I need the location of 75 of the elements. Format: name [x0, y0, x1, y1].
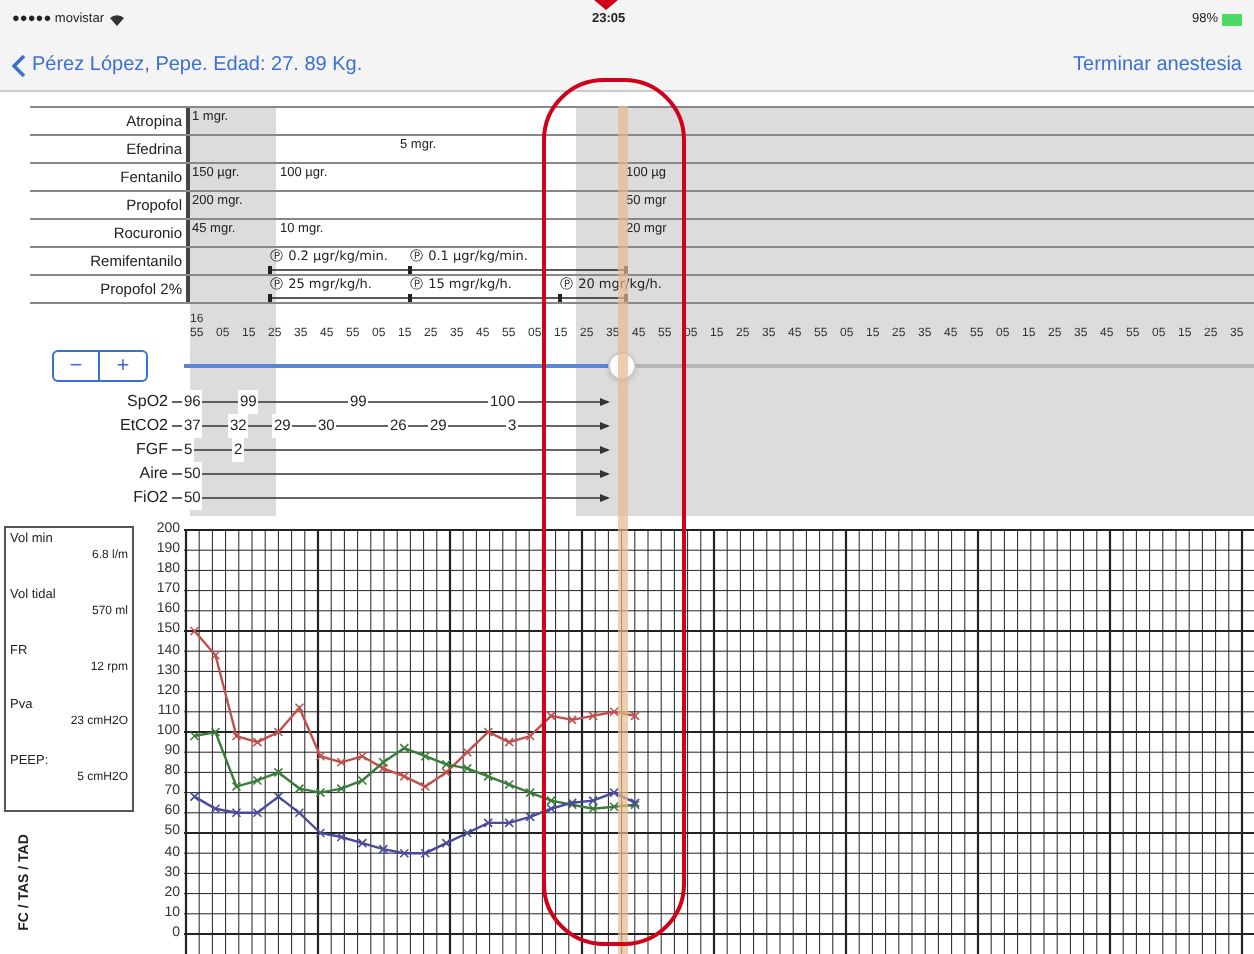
point: [441, 767, 452, 778]
point: [441, 838, 452, 848]
point: [357, 775, 368, 786]
point: [231, 808, 242, 818]
point: [210, 803, 221, 814]
point: [378, 844, 389, 854]
point: [399, 743, 410, 753]
point: [546, 803, 556, 814]
point: [294, 702, 305, 713]
point: [210, 650, 221, 661]
point: [336, 832, 347, 842]
wifi-icon: [110, 14, 124, 26]
point: [483, 771, 494, 782]
point: [231, 731, 242, 741]
point: [420, 751, 431, 762]
point: [504, 779, 514, 790]
point: [273, 727, 284, 737]
point: [315, 787, 326, 798]
back-chevron-icon: [12, 53, 26, 77]
point: [252, 808, 263, 818]
vital-name: FiO2: [131, 486, 170, 510]
time-slider[interactable]: [184, 352, 1254, 380]
point: [294, 808, 305, 818]
point: [420, 781, 431, 792]
point: [525, 731, 535, 741]
point: [189, 791, 200, 802]
point: [483, 818, 494, 828]
point: [462, 828, 473, 838]
point: [420, 848, 431, 858]
point: [504, 737, 514, 747]
point: [462, 763, 473, 774]
point: [378, 763, 389, 774]
point: [399, 848, 410, 858]
point: [588, 795, 598, 806]
vital-name: FGF: [134, 438, 170, 462]
point: [630, 711, 640, 721]
vital-name: Aire: [137, 462, 170, 486]
point: [210, 727, 221, 737]
point: [357, 751, 368, 762]
point: [483, 727, 494, 737]
zoom-out-button[interactable]: −: [54, 352, 100, 380]
point: [357, 838, 368, 848]
point: [189, 731, 200, 741]
point: [504, 818, 514, 828]
vital-name: SpO2: [125, 390, 170, 414]
end-anesthesia-button[interactable]: Terminar anestesia: [1073, 50, 1242, 80]
point: [315, 751, 326, 762]
point: [315, 828, 326, 838]
point: [252, 775, 263, 786]
point: [546, 795, 556, 806]
zoom-in-button[interactable]: +: [100, 352, 146, 380]
point: [462, 747, 473, 757]
point: [336, 757, 347, 768]
back-button[interactable]: Pérez López, Pepe. Edad: 27. 89 Kg.: [12, 50, 363, 80]
point: [588, 711, 598, 721]
point: [336, 783, 347, 794]
point: [231, 781, 242, 792]
point: [609, 707, 619, 717]
battery-icon: [1222, 14, 1242, 26]
point: [399, 771, 410, 782]
point: [273, 767, 284, 778]
point: [525, 812, 535, 822]
point: [567, 715, 577, 725]
point: [588, 803, 598, 814]
point: [378, 757, 389, 768]
point: [441, 759, 452, 770]
point: [546, 711, 556, 721]
point: [189, 626, 200, 636]
point: [609, 801, 619, 812]
point: [273, 791, 284, 802]
vital-name: EtCO2: [117, 414, 170, 438]
point: [525, 787, 535, 798]
point: [294, 783, 305, 794]
point: [252, 737, 263, 747]
point: [609, 787, 619, 798]
